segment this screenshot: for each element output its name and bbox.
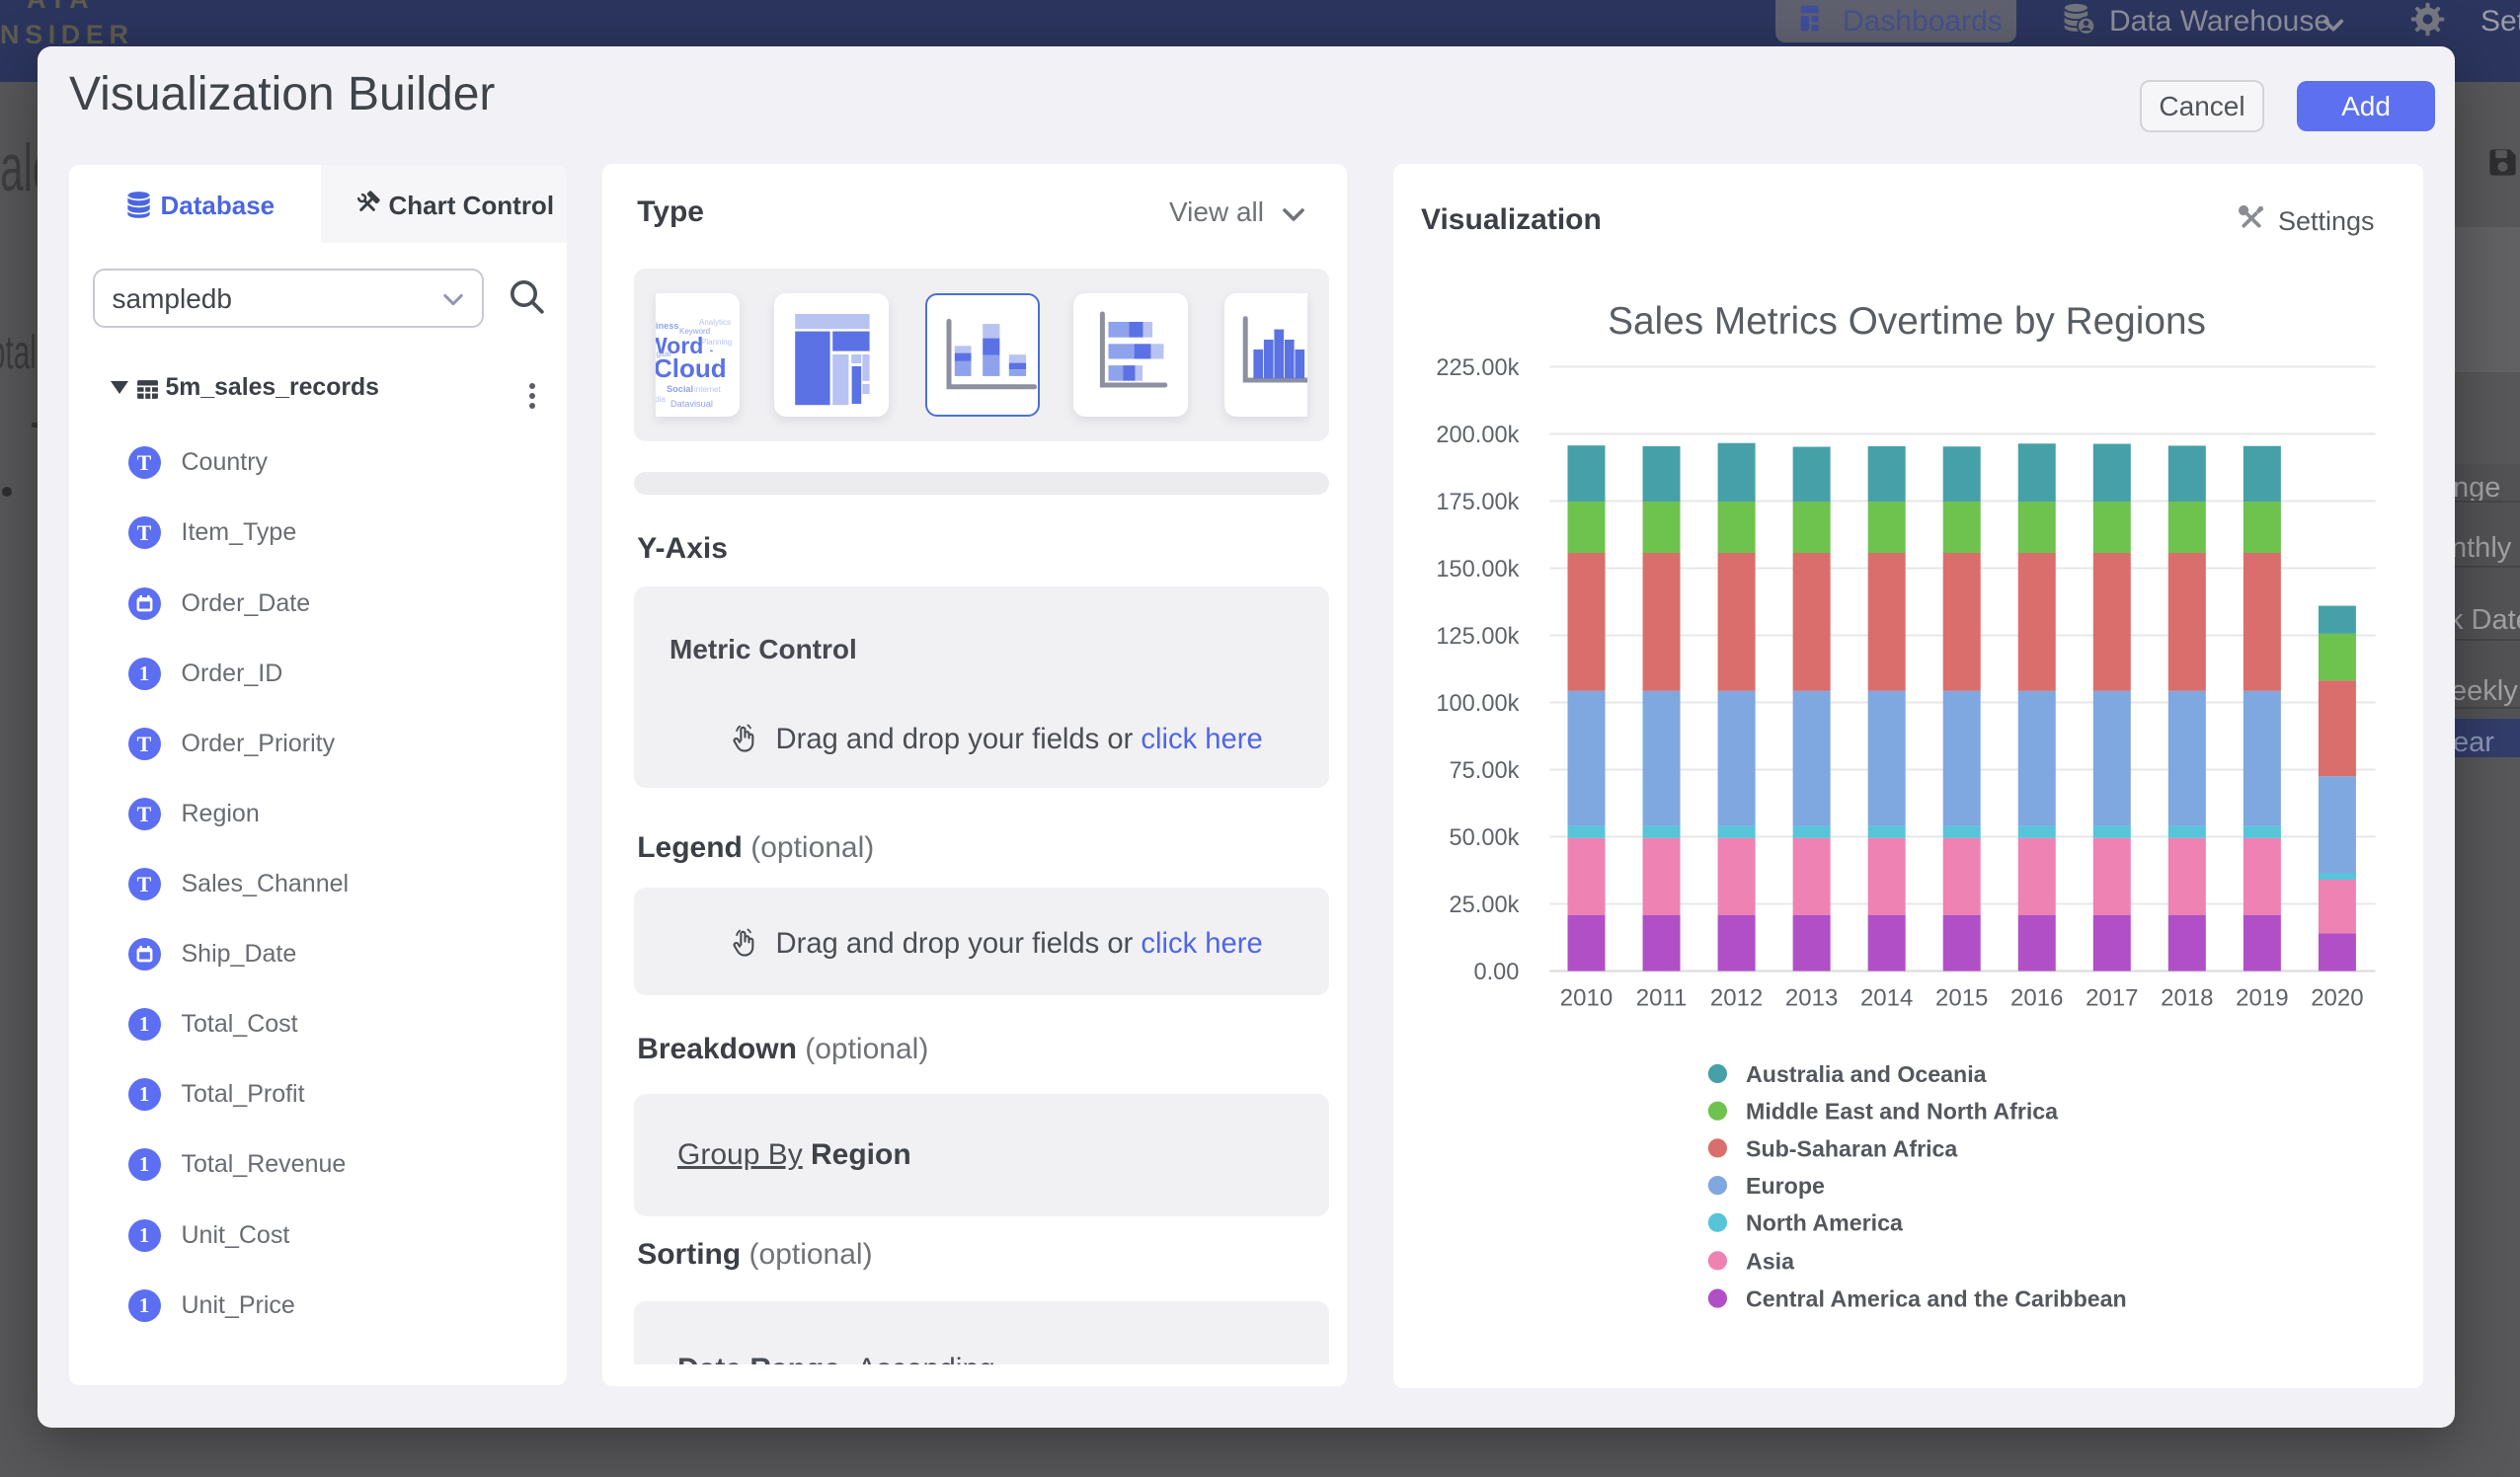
svg-text:2013: 2013 [1785, 985, 1838, 1012]
svg-text:Europe: Europe [1746, 1173, 1825, 1199]
svg-text:2011: 2011 [1636, 985, 1688, 1012]
svg-text:North America: North America [1746, 1210, 1904, 1236]
svg-text:Australia and Oceania: Australia and Oceania [1746, 1061, 1988, 1087]
svg-text:2014: 2014 [1860, 985, 1913, 1012]
svg-text:0.00: 0.00 [1473, 960, 1519, 985]
svg-text:100.00k: 100.00k [1436, 691, 1519, 717]
svg-text:2015: 2015 [1935, 985, 1988, 1012]
svg-text:2010: 2010 [1560, 985, 1613, 1012]
svg-text:50.00k: 50.00k [1450, 825, 1520, 851]
svg-text:2017: 2017 [2086, 985, 2138, 1012]
svg-text:175.00k: 175.00k [1436, 490, 1519, 515]
svg-text:Sales Metrics Overtime by Regi: Sales Metrics Overtime by Regions [1608, 300, 2206, 343]
svg-text:2020: 2020 [2311, 985, 2363, 1012]
svg-text:225.00k: 225.00k [1436, 355, 1519, 381]
svg-text:Central America and the Caribb: Central America and the Caribbean [1746, 1286, 2127, 1312]
svg-text:125.00k: 125.00k [1436, 624, 1519, 650]
svg-text:Asia: Asia [1746, 1248, 1795, 1274]
svg-text:75.00k: 75.00k [1450, 758, 1520, 784]
svg-text:2019: 2019 [2236, 985, 2288, 1012]
svg-text:Middle East and North Africa: Middle East and North Africa [1746, 1099, 2059, 1125]
svg-text:150.00k: 150.00k [1436, 557, 1519, 583]
svg-text:2018: 2018 [2161, 985, 2213, 1012]
svg-text:2016: 2016 [2010, 985, 2063, 1012]
svg-text:2012: 2012 [1710, 985, 1763, 1012]
svg-text:200.00k: 200.00k [1436, 423, 1519, 448]
svg-text:Sub-Saharan Africa: Sub-Saharan Africa [1746, 1135, 1958, 1161]
svg-text:25.00k: 25.00k [1450, 893, 1520, 918]
